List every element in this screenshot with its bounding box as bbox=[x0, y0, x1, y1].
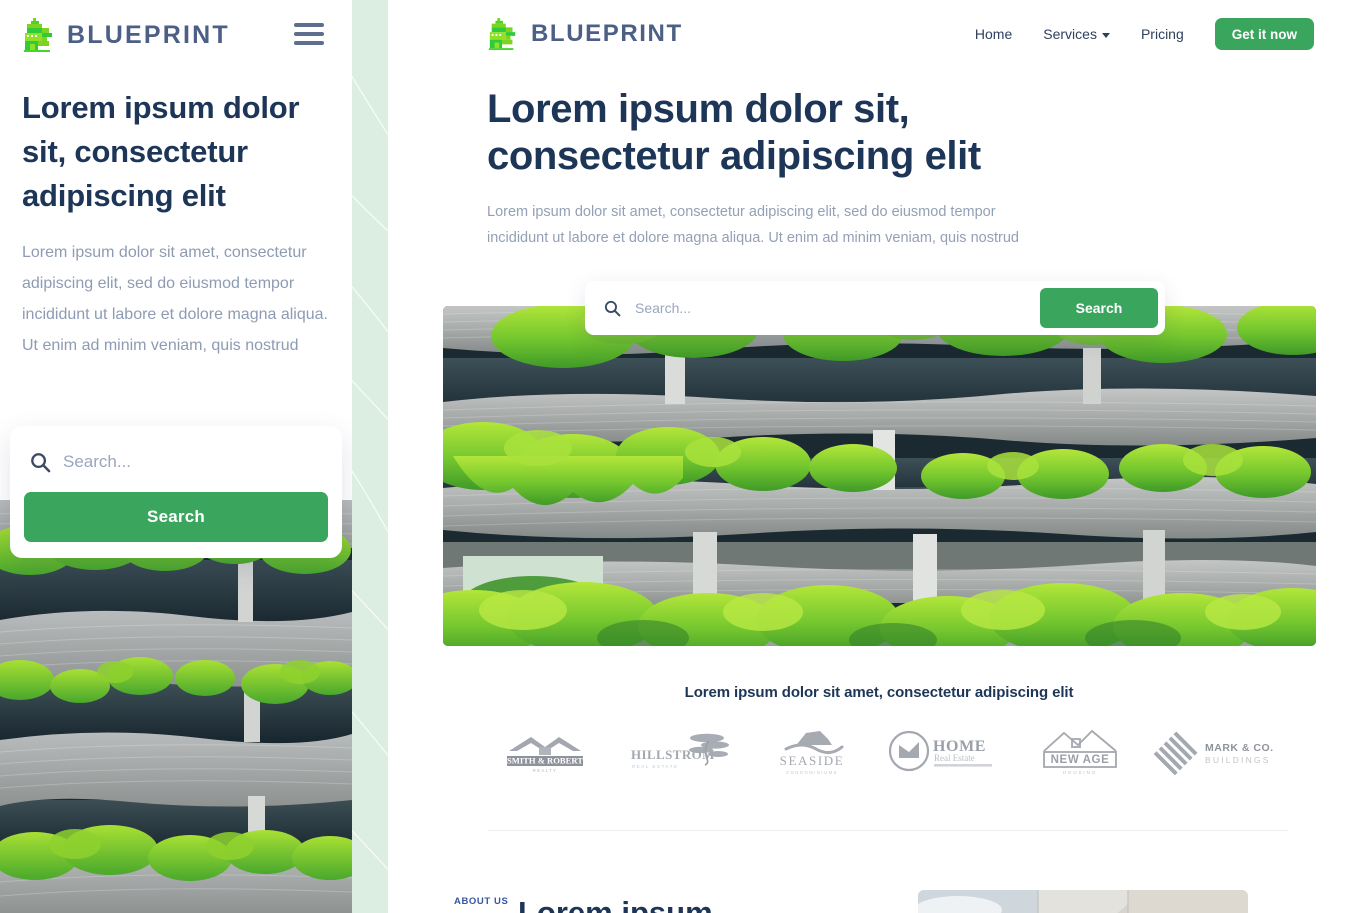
partner-logo-seaside[interactable]: SEASIDE CONDOMINIUMS bbox=[745, 725, 879, 779]
partner-logo-hillstrom[interactable]: HILLSTROM REAL ESTATE bbox=[612, 725, 746, 779]
desktop-hero: Lorem ipsum dolor sit, consectetur adipi… bbox=[487, 86, 1287, 251]
nav-label-pricing: Pricing bbox=[1140, 26, 1184, 42]
mobile-hero: Lorem ipsum dolor sit, consectetur adipi… bbox=[0, 86, 352, 362]
partner-sub: HOUSING bbox=[1062, 770, 1097, 775]
partner-name: SMITH & ROBERT bbox=[507, 756, 583, 766]
mountain-house-icon bbox=[1042, 729, 1117, 752]
page-root: BLUEPRINT Lorem ipsum dolor sit, consect… bbox=[0, 0, 1370, 913]
mobile-search-button[interactable]: Search bbox=[24, 492, 328, 542]
partner-logo-mark-co[interactable]: MARK & CO. BUILDINGS bbox=[1146, 725, 1280, 779]
partner-sub: REALTY bbox=[533, 768, 557, 773]
partner-sub: Real Estate bbox=[934, 753, 975, 763]
mobile-preview-panel: BLUEPRINT Lorem ipsum dolor sit, consect… bbox=[0, 0, 352, 913]
partner-logo-smith-robert[interactable]: SMITH & ROBERT REALTY bbox=[478, 725, 612, 779]
about-eyebrow: ABOUT US bbox=[454, 896, 509, 907]
partner-sub: CONDOMINIUMS bbox=[786, 770, 838, 775]
building-pixel-logo-icon bbox=[487, 17, 519, 51]
diagonal-lines-icon bbox=[1153, 731, 1198, 775]
partners-title: Lorem ipsum dolor sit amet, consectetur … bbox=[684, 684, 1074, 701]
partner-name: HILLSTROM bbox=[631, 747, 715, 762]
page-title: Lorem ipsum dolor sit, consectetur adipi… bbox=[487, 87, 981, 179]
mobile-hero-image bbox=[0, 500, 352, 913]
mobile-brand-name: BLUEPRINT bbox=[67, 20, 230, 49]
mobile-search-input[interactable]: Search... bbox=[63, 452, 131, 472]
search-icon bbox=[604, 300, 621, 317]
desktop-preview-panel: BLUEPRINT Home Services Pricing Get it n… bbox=[388, 0, 1370, 913]
nav-item-services[interactable]: Services bbox=[1043, 26, 1110, 42]
partner-name: MARK & CO. bbox=[1205, 742, 1273, 754]
main-navigation: Home Services Pricing Get it now bbox=[975, 18, 1314, 50]
panel-divider-strip bbox=[352, 0, 388, 913]
roof-house-icon bbox=[508, 737, 581, 755]
partner-logo-row: SMITH & ROBERT REALTY HILLSTROM REAL EST… bbox=[388, 725, 1370, 779]
search-icon bbox=[30, 452, 51, 473]
section-divider bbox=[488, 830, 1288, 831]
search-input[interactable]: Search... bbox=[635, 300, 691, 316]
wave-building-icon bbox=[784, 731, 844, 754]
partner-sub: BUILDINGS bbox=[1205, 755, 1271, 765]
get-it-now-button[interactable]: Get it now bbox=[1214, 18, 1314, 50]
circle-house-icon bbox=[888, 730, 929, 772]
hero-image bbox=[443, 306, 1316, 646]
nav-item-home[interactable]: Home bbox=[975, 26, 1012, 42]
mobile-search-row[interactable]: Search... bbox=[24, 440, 328, 484]
hero-subtitle: Lorem ipsum dolor sit amet, consectetur … bbox=[487, 204, 1019, 246]
desktop-header: BLUEPRINT Home Services Pricing Get it n… bbox=[388, 0, 1370, 68]
hamburger-menu-icon[interactable] bbox=[294, 23, 324, 45]
mobile-search-card: Search... Search bbox=[10, 426, 342, 558]
chevron-down-icon bbox=[1101, 32, 1110, 38]
desktop-brand-name: BLUEPRINT bbox=[531, 20, 683, 47]
nav-label-home: Home bbox=[974, 26, 1013, 42]
nav-item-pricing[interactable]: Pricing bbox=[1141, 26, 1184, 42]
partners-section: Lorem ipsum dolor sit amet, consectetur … bbox=[388, 684, 1370, 779]
search-card: Search... Search bbox=[585, 281, 1165, 335]
building-pixel-logo-icon bbox=[22, 17, 56, 53]
partner-logo-new-age[interactable]: NEW AGE HOUSING bbox=[1013, 725, 1147, 779]
partner-logo-home[interactable]: HOME Real Estate bbox=[879, 725, 1013, 779]
desktop-brand[interactable]: BLUEPRINT bbox=[487, 17, 683, 51]
search-button[interactable]: Search bbox=[1040, 288, 1158, 328]
nav-label-services: Services bbox=[1043, 26, 1097, 42]
partner-name: SEASIDE bbox=[780, 753, 845, 768]
mobile-header: BLUEPRINT bbox=[0, 0, 352, 70]
about-title: Lorem ipsum bbox=[518, 895, 713, 913]
mobile-brand[interactable]: BLUEPRINT bbox=[22, 17, 230, 53]
mobile-page-title: Lorem ipsum dolor sit, consectetur adipi… bbox=[22, 90, 300, 214]
partner-name: NEW AGE bbox=[1050, 754, 1109, 766]
mobile-hero-subtitle: Lorem ipsum dolor sit amet, consectetur … bbox=[22, 244, 328, 354]
partner-sub: REAL ESTATE bbox=[632, 764, 679, 769]
about-image bbox=[918, 890, 1248, 913]
